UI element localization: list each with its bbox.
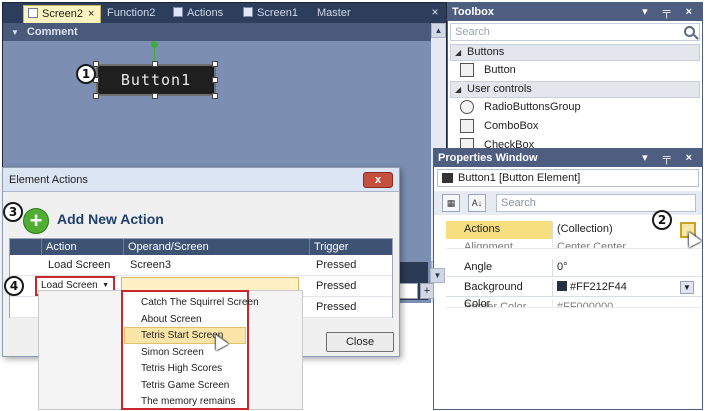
properties-panel: Properties Window ▾ ╤ × Button1 [Button … [433,148,703,410]
column-operand[interactable]: Operand/Screen [124,239,310,255]
dialog-title-bar: Element Actions x [3,168,399,192]
grid-header: Action Operand/Screen Trigger [10,239,392,255]
resize-handle[interactable] [212,93,218,99]
column-action[interactable]: Action [42,239,124,255]
button-tool-icon [460,63,474,77]
rotation-handle[interactable] [151,41,158,48]
dropdown-item[interactable]: Simon Screen [141,344,204,361]
tool-combobox[interactable]: ComboBox [458,117,538,135]
radio-tool-icon [460,100,474,114]
dropdown-item[interactable]: Catch The Squirrel Screen [141,294,259,311]
toolbox-search-input[interactable]: Search [450,23,700,41]
tab-function2[interactable]: Function2 [103,5,165,23]
checkbox-tool-icon [460,138,474,148]
resize-handle[interactable] [152,61,158,67]
tool-radiobuttonsgroup[interactable]: RadioButtonsGroup [458,98,581,116]
toolbox-panel: Toolbox ▾ ╤ × Search Buttons Button User… [447,2,703,150]
combobox-tool-icon [460,119,474,133]
resize-handle[interactable] [93,61,99,67]
zoom-in-icon[interactable]: + [420,283,434,299]
dropdown-item[interactable]: About Screen [141,311,202,328]
document-icon [28,8,38,18]
property-row-alignment[interactable]: Alignment Center Center [446,239,702,249]
close-icon[interactable]: x [363,172,393,188]
scroll-down-icon[interactable]: ▼ [430,268,445,283]
add-action-icon[interactable]: + [23,208,49,234]
pane-controls-icon[interactable]: ▾ ╤ × [642,3,698,21]
callout-3: 3 [3,202,23,222]
tab-actions[interactable]: Actions [169,5,231,23]
scroll-up-icon[interactable]: ▲ [431,23,446,38]
document-icon [173,7,183,17]
add-new-action-label[interactable]: Add New Action [57,211,164,227]
tab-screen2[interactable]: Screen2 × [23,5,101,23]
selected-element-field[interactable]: Button1 [Button Element] [437,169,699,187]
tab-close-icon[interactable]: × [88,8,94,20]
color-swatch [557,281,567,291]
tool-checkbox[interactable]: CheckBox [458,136,534,148]
categorized-icon[interactable]: ▦ [442,194,460,212]
dropdown-item[interactable]: Tetris Game Screen [141,377,229,394]
close-icon[interactable]: × [428,5,442,19]
properties-title: Properties Window ▾ ╤ × [434,149,702,167]
properties-search-input[interactable]: Search [496,194,696,212]
property-row-background-color[interactable]: Background Color #FF212F44 ▼ [446,279,702,310]
chevron-down-icon[interactable]: ▼ [680,281,694,294]
tab-master[interactable]: Master [313,5,363,23]
document-tab-strip: Screen2 × Function2 Actions Screen1 Maste… [3,3,446,23]
resize-handle[interactable] [152,93,158,99]
dropdown-item[interactable]: Tetris High Scores [141,360,222,377]
callout-2: 2 [652,210,672,230]
tab-screen1[interactable]: Screen1 [239,5,301,23]
zoom-field[interactable] [398,283,418,299]
toolbox-title: Toolbox ▾ ╤ × [448,3,702,21]
callout-4: 4 [4,276,24,296]
column-trigger[interactable]: Trigger [310,239,392,255]
button-element-icon [442,173,453,183]
resize-handle[interactable] [93,93,99,99]
table-row[interactable]: Load Screen Screen3 Pressed [10,255,392,276]
alphabetical-icon[interactable]: A↓ [468,194,486,212]
resize-handle[interactable] [212,61,218,67]
search-icon[interactable] [684,26,695,37]
tool-button[interactable]: Button [458,61,516,79]
callout-1: 1 [76,64,96,84]
document-icon [243,7,253,17]
group-user-controls[interactable]: User controls [450,81,700,98]
button1-element[interactable]: Button1 [96,64,216,96]
comment-bar[interactable]: ▼ Comment [3,23,431,41]
dropdown-item[interactable]: The memory remains [141,393,235,410]
collapse-arrow-icon: ▼ [11,28,19,37]
group-buttons[interactable]: Buttons [450,44,700,61]
property-row-angle[interactable]: Angle 0° [446,259,702,277]
pane-controls-icon[interactable]: ▾ ╤ × [642,149,698,167]
property-row-border-color[interactable]: Border Color #FF000000 [446,299,702,308]
resize-handle[interactable] [212,77,218,83]
close-button[interactable]: Close [326,332,394,352]
